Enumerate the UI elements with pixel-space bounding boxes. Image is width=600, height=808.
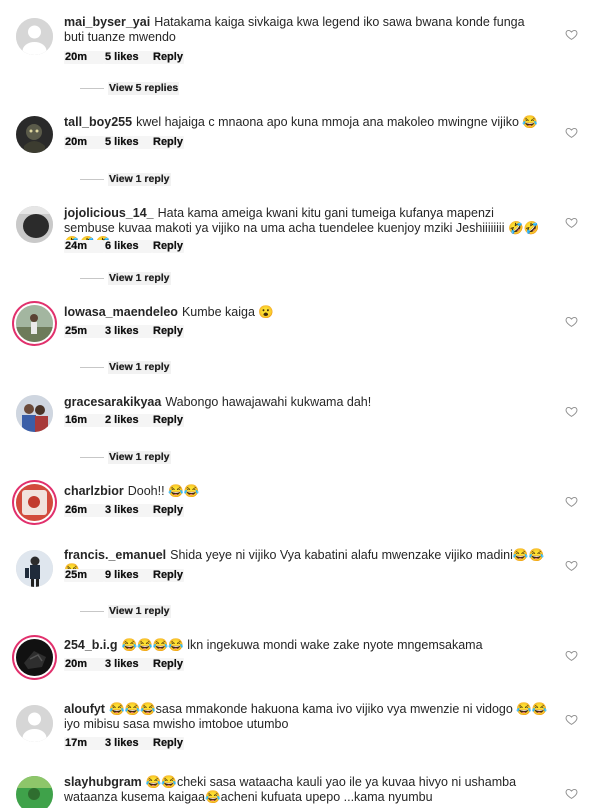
heart-outline-icon[interactable] bbox=[565, 559, 578, 572]
avatar[interactable] bbox=[16, 705, 53, 742]
view-replies-button[interactable]: View 1 reply bbox=[80, 361, 171, 374]
comment-username[interactable]: mai_byser_yai bbox=[64, 15, 150, 29]
view-replies-button[interactable]: View 1 reply bbox=[80, 173, 171, 186]
view-replies-label[interactable]: View 5 replies bbox=[108, 82, 180, 95]
comment-username[interactable]: gracesarakikyaa bbox=[64, 395, 161, 409]
comment-text: 😂😂😂sasa mmakonde hakuona kama ivo vijiko… bbox=[64, 702, 548, 731]
heart-outline-icon[interactable] bbox=[565, 315, 578, 328]
comment-username[interactable]: francis._emanuel bbox=[64, 548, 166, 562]
comment-likes[interactable]: 3 likes bbox=[104, 504, 152, 517]
comment-time: 20m bbox=[64, 136, 104, 149]
comment-text: kwel hajaiga c mnaona apo kuna mmoja ana… bbox=[136, 115, 538, 129]
heart-outline-icon[interactable] bbox=[565, 405, 578, 418]
comment-likes[interactable]: 3 likes bbox=[104, 737, 152, 750]
comment-likes[interactable]: 9 likes bbox=[104, 569, 152, 582]
avatar[interactable] bbox=[16, 206, 53, 243]
comment-time: 26m bbox=[64, 504, 104, 517]
view-replies-label[interactable]: View 1 reply bbox=[108, 605, 171, 618]
comment-text: Kumbe kaiga 😮 bbox=[181, 305, 274, 319]
comment-likes[interactable]: 3 likes bbox=[104, 658, 152, 671]
view-replies-label[interactable]: View 1 reply bbox=[108, 361, 171, 374]
comment-likes[interactable]: 2 likes bbox=[104, 414, 152, 427]
comment-time: 24m bbox=[64, 240, 104, 253]
comment-time: 20m bbox=[64, 51, 104, 64]
avatar[interactable] bbox=[16, 550, 53, 587]
comment-likes[interactable]: 3 likes bbox=[104, 325, 152, 338]
avatar[interactable] bbox=[16, 639, 53, 676]
heart-outline-icon[interactable] bbox=[565, 649, 578, 662]
comment-time: 16m bbox=[64, 414, 104, 427]
comment-username[interactable]: slayhubgram bbox=[64, 775, 142, 789]
heart-outline-icon[interactable] bbox=[565, 713, 578, 726]
comment-time: 25m bbox=[64, 325, 104, 338]
comment-text: 😂😂😂😂 lkn ingekuwa mondi wake zake nyote … bbox=[121, 638, 483, 652]
view-replies-button[interactable]: View 1 reply bbox=[80, 451, 171, 464]
comment-time: 20m bbox=[64, 658, 104, 671]
heart-outline-icon[interactable] bbox=[565, 126, 578, 139]
avatar[interactable] bbox=[16, 305, 53, 342]
comment-username[interactable]: charlzbior bbox=[64, 484, 124, 498]
reply-button[interactable]: Reply bbox=[152, 737, 184, 750]
view-replies-label[interactable]: View 1 reply bbox=[108, 272, 171, 285]
comment-username[interactable]: tall_boy255 bbox=[64, 115, 132, 129]
avatar[interactable] bbox=[16, 395, 53, 432]
reply-button[interactable]: Reply bbox=[152, 51, 184, 64]
comment-username[interactable]: jojolicious_14_ bbox=[64, 206, 154, 220]
view-replies-button[interactable]: View 1 reply bbox=[80, 605, 171, 618]
reply-button[interactable]: Reply bbox=[152, 414, 184, 427]
reply-button[interactable]: Reply bbox=[152, 325, 184, 338]
heart-outline-icon[interactable] bbox=[565, 495, 578, 508]
heart-outline-icon[interactable] bbox=[565, 216, 578, 229]
avatar[interactable] bbox=[16, 776, 53, 808]
comment-username[interactable]: lowasa_maendeleo bbox=[64, 305, 178, 319]
heart-outline-icon[interactable] bbox=[565, 787, 578, 800]
avatar[interactable] bbox=[16, 116, 53, 153]
comment-likes[interactable]: 6 likes bbox=[104, 240, 152, 253]
comment-likes[interactable]: 5 likes bbox=[104, 51, 152, 64]
view-replies-button[interactable]: View 5 replies bbox=[80, 82, 180, 95]
comment-likes[interactable]: 5 likes bbox=[104, 136, 152, 149]
view-replies-button[interactable]: View 1 reply bbox=[80, 272, 171, 285]
comment-text: Wabongo hawajawahi kukwama dah! bbox=[165, 395, 372, 409]
view-replies-label[interactable]: View 1 reply bbox=[108, 451, 171, 464]
reply-button[interactable]: Reply bbox=[152, 240, 184, 253]
avatar[interactable] bbox=[16, 484, 53, 521]
heart-outline-icon[interactable] bbox=[565, 28, 578, 41]
reply-button[interactable]: Reply bbox=[152, 569, 184, 582]
avatar[interactable] bbox=[16, 18, 53, 55]
comment-time: 25m bbox=[64, 569, 104, 582]
view-replies-label[interactable]: View 1 reply bbox=[108, 173, 171, 186]
reply-button[interactable]: Reply bbox=[152, 136, 184, 149]
reply-button[interactable]: Reply bbox=[152, 658, 184, 671]
comment-username[interactable]: aloufyt bbox=[64, 702, 105, 716]
reply-button[interactable]: Reply bbox=[152, 504, 184, 517]
comment-time: 17m bbox=[64, 737, 104, 750]
comment-text: Dooh!! 😂😂 bbox=[127, 484, 200, 498]
comment-username[interactable]: 254_b.i.g bbox=[64, 638, 118, 652]
